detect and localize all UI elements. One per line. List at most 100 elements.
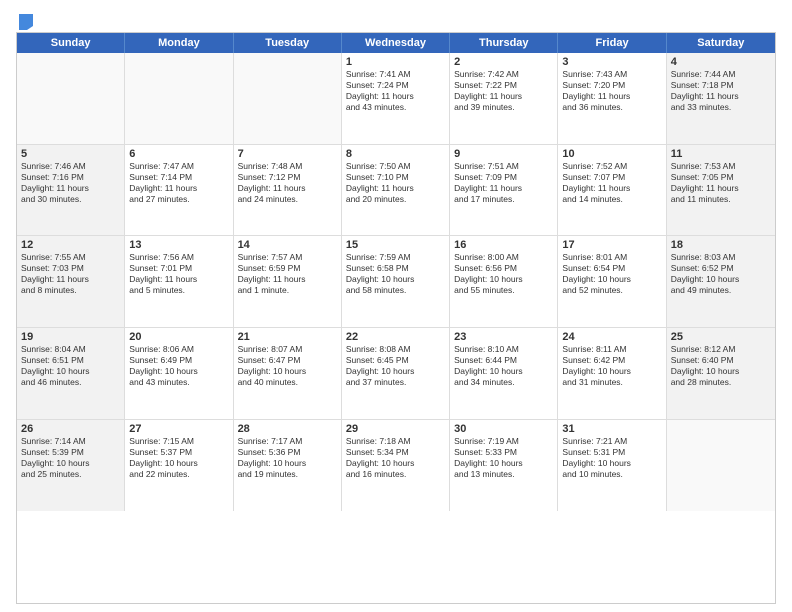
day-cell-23: 23Sunrise: 8:10 AM Sunset: 6:44 PM Dayli… (450, 328, 558, 419)
day-cell-27: 27Sunrise: 7:15 AM Sunset: 5:37 PM Dayli… (125, 420, 233, 512)
day-number: 31 (562, 423, 661, 435)
header-day-sunday: Sunday (17, 33, 125, 53)
cell-details: Sunrise: 8:07 AM Sunset: 6:47 PM Dayligh… (238, 344, 337, 388)
empty-cell (667, 420, 775, 512)
cell-details: Sunrise: 8:01 AM Sunset: 6:54 PM Dayligh… (562, 252, 661, 296)
day-cell-17: 17Sunrise: 8:01 AM Sunset: 6:54 PM Dayli… (558, 236, 666, 327)
day-number: 23 (454, 331, 553, 343)
header-day-friday: Friday (558, 33, 666, 53)
cell-details: Sunrise: 7:44 AM Sunset: 7:18 PM Dayligh… (671, 69, 771, 113)
day-number: 26 (21, 423, 120, 435)
day-number: 12 (21, 239, 120, 251)
day-cell-30: 30Sunrise: 7:19 AM Sunset: 5:33 PM Dayli… (450, 420, 558, 512)
day-cell-14: 14Sunrise: 7:57 AM Sunset: 6:59 PM Dayli… (234, 236, 342, 327)
cell-details: Sunrise: 7:59 AM Sunset: 6:58 PM Dayligh… (346, 252, 445, 296)
cell-details: Sunrise: 7:56 AM Sunset: 7:01 PM Dayligh… (129, 252, 228, 296)
day-number: 25 (671, 331, 771, 343)
cell-details: Sunrise: 7:14 AM Sunset: 5:39 PM Dayligh… (21, 436, 120, 480)
day-number: 18 (671, 239, 771, 251)
day-number: 5 (21, 148, 120, 160)
cell-details: Sunrise: 8:12 AM Sunset: 6:40 PM Dayligh… (671, 344, 771, 388)
day-number: 8 (346, 148, 445, 160)
cell-details: Sunrise: 8:10 AM Sunset: 6:44 PM Dayligh… (454, 344, 553, 388)
day-cell-26: 26Sunrise: 7:14 AM Sunset: 5:39 PM Dayli… (17, 420, 125, 512)
day-cell-31: 31Sunrise: 7:21 AM Sunset: 5:31 PM Dayli… (558, 420, 666, 512)
day-number: 2 (454, 56, 553, 68)
cell-details: Sunrise: 7:48 AM Sunset: 7:12 PM Dayligh… (238, 161, 337, 205)
day-number: 16 (454, 239, 553, 251)
cell-details: Sunrise: 7:19 AM Sunset: 5:33 PM Dayligh… (454, 436, 553, 480)
empty-cell (17, 53, 125, 144)
cell-details: Sunrise: 7:15 AM Sunset: 5:37 PM Dayligh… (129, 436, 228, 480)
cell-details: Sunrise: 7:57 AM Sunset: 6:59 PM Dayligh… (238, 252, 337, 296)
day-cell-25: 25Sunrise: 8:12 AM Sunset: 6:40 PM Dayli… (667, 328, 775, 419)
cell-details: Sunrise: 8:04 AM Sunset: 6:51 PM Dayligh… (21, 344, 120, 388)
day-number: 27 (129, 423, 228, 435)
header-day-wednesday: Wednesday (342, 33, 450, 53)
day-number: 24 (562, 331, 661, 343)
day-number: 19 (21, 331, 120, 343)
calendar-row-4: 26Sunrise: 7:14 AM Sunset: 5:39 PM Dayli… (17, 420, 775, 512)
day-number: 6 (129, 148, 228, 160)
day-cell-4: 4Sunrise: 7:44 AM Sunset: 7:18 PM Daylig… (667, 53, 775, 144)
header-day-tuesday: Tuesday (234, 33, 342, 53)
cell-details: Sunrise: 7:17 AM Sunset: 5:36 PM Dayligh… (238, 436, 337, 480)
cell-details: Sunrise: 7:52 AM Sunset: 7:07 PM Dayligh… (562, 161, 661, 205)
day-number: 30 (454, 423, 553, 435)
header-day-monday: Monday (125, 33, 233, 53)
day-number: 7 (238, 148, 337, 160)
day-number: 13 (129, 239, 228, 251)
day-cell-7: 7Sunrise: 7:48 AM Sunset: 7:12 PM Daylig… (234, 145, 342, 236)
day-cell-1: 1Sunrise: 7:41 AM Sunset: 7:24 PM Daylig… (342, 53, 450, 144)
day-cell-20: 20Sunrise: 8:06 AM Sunset: 6:49 PM Dayli… (125, 328, 233, 419)
day-cell-2: 2Sunrise: 7:42 AM Sunset: 7:22 PM Daylig… (450, 53, 558, 144)
cell-details: Sunrise: 7:53 AM Sunset: 7:05 PM Dayligh… (671, 161, 771, 205)
cell-details: Sunrise: 8:08 AM Sunset: 6:45 PM Dayligh… (346, 344, 445, 388)
calendar-row-2: 12Sunrise: 7:55 AM Sunset: 7:03 PM Dayli… (17, 236, 775, 328)
calendar-row-3: 19Sunrise: 8:04 AM Sunset: 6:51 PM Dayli… (17, 328, 775, 420)
cell-details: Sunrise: 7:47 AM Sunset: 7:14 PM Dayligh… (129, 161, 228, 205)
day-number: 20 (129, 331, 228, 343)
cell-details: Sunrise: 7:50 AM Sunset: 7:10 PM Dayligh… (346, 161, 445, 205)
day-cell-10: 10Sunrise: 7:52 AM Sunset: 7:07 PM Dayli… (558, 145, 666, 236)
calendar-row-1: 5Sunrise: 7:46 AM Sunset: 7:16 PM Daylig… (17, 145, 775, 237)
logo (16, 12, 36, 26)
day-number: 10 (562, 148, 661, 160)
cell-details: Sunrise: 7:55 AM Sunset: 7:03 PM Dayligh… (21, 252, 120, 296)
cell-details: Sunrise: 7:46 AM Sunset: 7:16 PM Dayligh… (21, 161, 120, 205)
day-number: 4 (671, 56, 771, 68)
day-cell-13: 13Sunrise: 7:56 AM Sunset: 7:01 PM Dayli… (125, 236, 233, 327)
calendar-header: SundayMondayTuesdayWednesdayThursdayFrid… (17, 33, 775, 53)
empty-cell (234, 53, 342, 144)
day-cell-18: 18Sunrise: 8:03 AM Sunset: 6:52 PM Dayli… (667, 236, 775, 327)
day-number: 15 (346, 239, 445, 251)
day-number: 17 (562, 239, 661, 251)
day-number: 22 (346, 331, 445, 343)
day-cell-15: 15Sunrise: 7:59 AM Sunset: 6:58 PM Dayli… (342, 236, 450, 327)
day-cell-24: 24Sunrise: 8:11 AM Sunset: 6:42 PM Dayli… (558, 328, 666, 419)
cell-details: Sunrise: 8:06 AM Sunset: 6:49 PM Dayligh… (129, 344, 228, 388)
day-cell-29: 29Sunrise: 7:18 AM Sunset: 5:34 PM Dayli… (342, 420, 450, 512)
page: SundayMondayTuesdayWednesdayThursdayFrid… (0, 0, 792, 612)
day-number: 28 (238, 423, 337, 435)
day-cell-21: 21Sunrise: 8:07 AM Sunset: 6:47 PM Dayli… (234, 328, 342, 419)
cell-details: Sunrise: 8:11 AM Sunset: 6:42 PM Dayligh… (562, 344, 661, 388)
header-day-thursday: Thursday (450, 33, 558, 53)
day-number: 11 (671, 148, 771, 160)
day-cell-22: 22Sunrise: 8:08 AM Sunset: 6:45 PM Dayli… (342, 328, 450, 419)
day-cell-6: 6Sunrise: 7:47 AM Sunset: 7:14 PM Daylig… (125, 145, 233, 236)
cell-details: Sunrise: 7:43 AM Sunset: 7:20 PM Dayligh… (562, 69, 661, 113)
day-cell-9: 9Sunrise: 7:51 AM Sunset: 7:09 PM Daylig… (450, 145, 558, 236)
day-number: 14 (238, 239, 337, 251)
day-number: 21 (238, 331, 337, 343)
cell-details: Sunrise: 7:42 AM Sunset: 7:22 PM Dayligh… (454, 69, 553, 113)
calendar: SundayMondayTuesdayWednesdayThursdayFrid… (16, 32, 776, 604)
cell-details: Sunrise: 7:41 AM Sunset: 7:24 PM Dayligh… (346, 69, 445, 113)
calendar-row-0: 1Sunrise: 7:41 AM Sunset: 7:24 PM Daylig… (17, 53, 775, 145)
header (16, 12, 776, 26)
empty-cell (125, 53, 233, 144)
day-number: 29 (346, 423, 445, 435)
day-cell-8: 8Sunrise: 7:50 AM Sunset: 7:10 PM Daylig… (342, 145, 450, 236)
cell-details: Sunrise: 7:18 AM Sunset: 5:34 PM Dayligh… (346, 436, 445, 480)
calendar-body: 1Sunrise: 7:41 AM Sunset: 7:24 PM Daylig… (17, 53, 775, 603)
